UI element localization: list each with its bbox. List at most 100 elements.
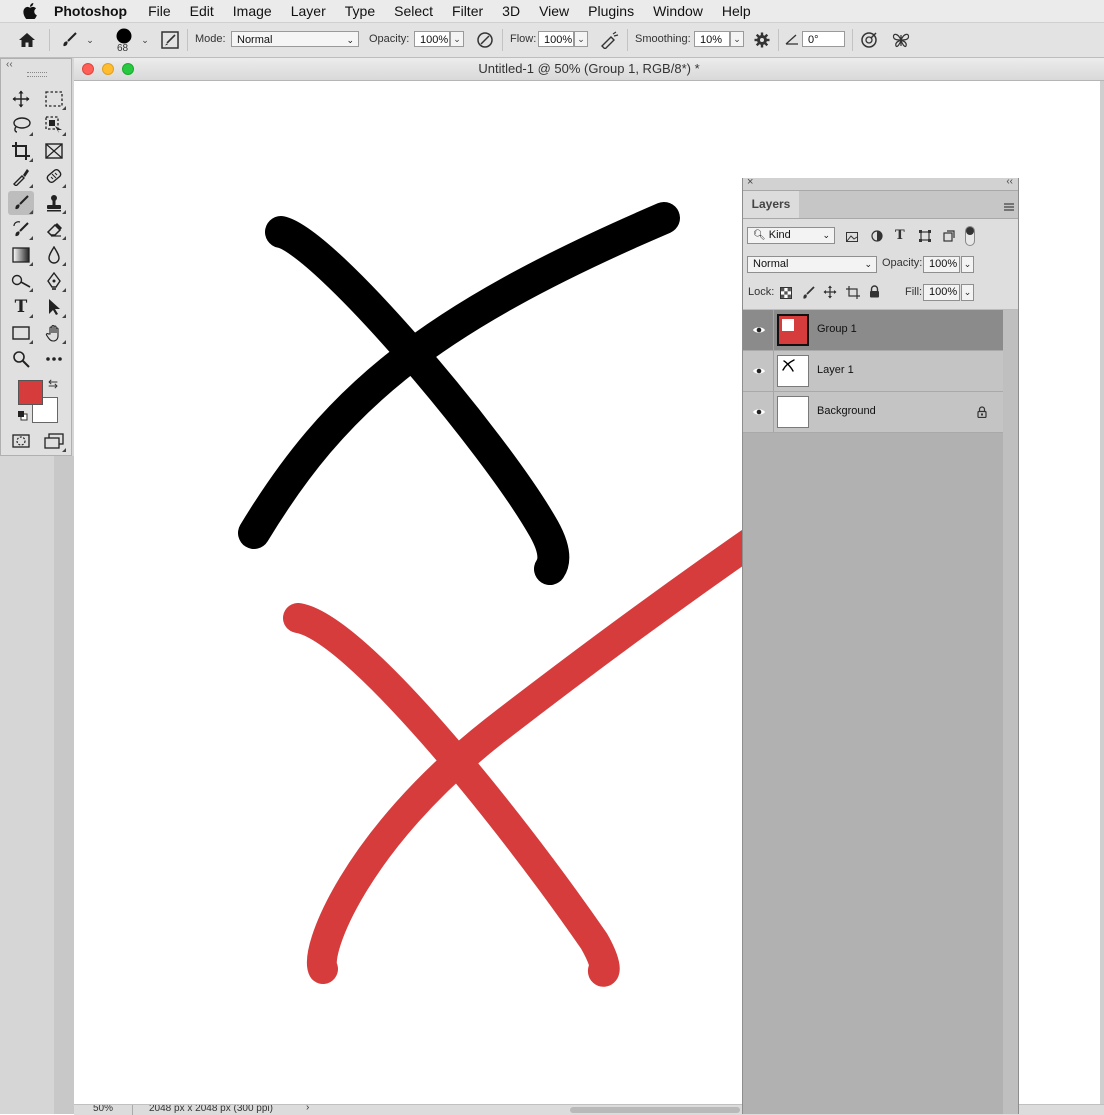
home-icon[interactable] [16,30,38,50]
path-selection-tool-icon[interactable] [41,295,67,319]
move-tool-icon[interactable] [8,87,34,111]
menu-3d[interactable]: 3D [502,3,520,19]
lock-pixels-icon[interactable] [802,286,815,303]
lasso-tool-icon[interactable] [8,113,34,137]
gear-icon[interactable] [752,30,772,50]
filter-toggle[interactable] [965,226,975,246]
menu-window[interactable]: Window [653,3,703,19]
menu-app-name[interactable]: Photoshop [54,3,127,19]
eye-icon[interactable] [752,324,766,336]
lock-position-icon[interactable] [823,285,837,302]
document-info[interactable]: 2048 px x 2048 px (300 ppi) [149,1105,273,1114]
chevron-right-icon[interactable]: › [306,1105,309,1113]
separator [627,29,628,51]
chevron-down-icon[interactable]: ⌄ [84,33,96,47]
smoothing-field[interactable]: 10% [694,31,730,47]
menu-select[interactable]: Select [394,3,433,19]
swap-colors-icon[interactable]: ⇆ [48,377,58,391]
zoom-tool-icon[interactable] [8,347,34,371]
clone-stamp-tool-icon[interactable] [41,191,67,215]
layer-name[interactable]: Layer 1 [817,364,854,376]
menu-layer[interactable]: Layer [291,3,326,19]
filter-smart-object-icon[interactable] [943,230,955,245]
panel-grip[interactable] [27,72,47,77]
brush-settings-icon[interactable] [160,30,180,50]
butterfly-icon[interactable] [891,30,911,50]
opacity-dropdown[interactable]: ⌄ [450,31,464,47]
menu-image[interactable]: Image [233,3,272,19]
eye-icon[interactable] [752,406,766,418]
quick-mask-icon[interactable] [8,429,34,453]
crop-tool-icon[interactable] [8,139,34,163]
menu-plugins[interactable]: Plugins [588,3,634,19]
angle-field[interactable]: 0° [802,31,845,47]
layer-opacity-dropdown[interactable]: ⌄ [961,256,974,273]
rectangle-tool-icon[interactable] [8,321,34,345]
collapse-icon[interactable]: ‹‹ [1006,176,1013,187]
flow-field[interactable]: 100% [538,31,574,47]
eraser-tool-icon[interactable] [41,217,67,241]
fill-dropdown[interactable]: ⌄ [961,284,974,301]
blur-tool-icon[interactable] [41,243,67,267]
filter-type-icon[interactable]: T [895,228,905,243]
more-tools-icon[interactable] [41,347,67,371]
filter-kind-select[interactable]: 🔍︎ Kind ⌄ [747,227,835,244]
pressure-size-icon[interactable] [859,30,879,50]
menu-view[interactable]: View [539,3,569,19]
zoom-level[interactable]: 50% [93,1105,113,1114]
healing-brush-tool-icon[interactable] [41,165,67,189]
close-icon[interactable]: × [747,176,753,188]
filter-shape-icon[interactable] [919,230,931,245]
menu-filter[interactable]: Filter [452,3,483,19]
layer-row-group-1[interactable]: Group 1 [743,310,1003,351]
history-brush-tool-icon[interactable] [8,217,34,241]
menu-edit[interactable]: Edit [190,3,214,19]
brush-icon[interactable] [58,30,80,50]
gradient-tool-icon[interactable] [8,243,34,267]
fill-field[interactable]: 100% [923,284,960,301]
mode-select[interactable]: Normal ⌄ [231,31,359,47]
type-tool-icon[interactable]: T [8,295,34,319]
apple-icon[interactable] [20,3,40,19]
foreground-color-swatch[interactable] [18,380,43,405]
menu-type[interactable]: Type [345,3,375,19]
marquee-tool-icon[interactable] [41,87,67,111]
lock-transparent-icon[interactable] [780,287,792,302]
layer-row-background[interactable]: Background [743,392,1003,433]
menu-file[interactable]: File [148,3,171,19]
menu-help[interactable]: Help [722,3,751,19]
layer-name[interactable]: Group 1 [817,323,857,335]
panel-menu-icon[interactable] [1004,200,1014,211]
lock-all-icon[interactable] [869,285,880,301]
hand-tool-icon[interactable] [41,321,67,345]
lock-artboard-icon[interactable] [846,286,860,302]
dodge-tool-icon[interactable] [8,269,34,293]
screen-mode-icon[interactable] [41,429,67,453]
filter-adjustment-icon[interactable] [871,230,883,245]
eyedropper-tool-icon[interactable] [8,165,34,189]
horizontal-scrollbar[interactable] [570,1107,740,1113]
filter-pixel-icon[interactable] [846,231,858,245]
smoothing-dropdown[interactable]: ⌄ [730,31,744,47]
layer-thumbnail [777,314,809,346]
pressure-opacity-icon[interactable] [475,30,495,50]
layer-name[interactable]: Background [817,405,876,417]
lock-icon[interactable] [977,406,987,421]
layer-row-layer-1[interactable]: Layer 1 [743,351,1003,392]
vertical-scrollbar[interactable] [1100,81,1104,1114]
opacity-field[interactable]: 100% [414,31,450,47]
collapse-icon[interactable]: ‹‹ [6,59,13,70]
brush-tool-icon[interactable] [8,191,34,215]
pen-tool-icon[interactable] [41,269,67,293]
blend-mode-select[interactable]: Normal ⌄ [747,256,877,273]
chevron-down-icon[interactable]: ⌄ [139,33,151,47]
airbrush-icon[interactable] [598,30,620,50]
object-selection-tool-icon[interactable] [41,113,67,137]
default-colors-icon[interactable] [17,410,28,421]
eye-icon[interactable] [752,365,766,377]
layers-scrollbar[interactable] [1003,310,1018,1114]
layer-opacity-field[interactable]: 100% [923,256,960,273]
flow-dropdown[interactable]: ⌄ [574,31,588,47]
frame-tool-icon[interactable] [41,139,67,163]
tab-layers[interactable]: Layers [743,191,799,218]
